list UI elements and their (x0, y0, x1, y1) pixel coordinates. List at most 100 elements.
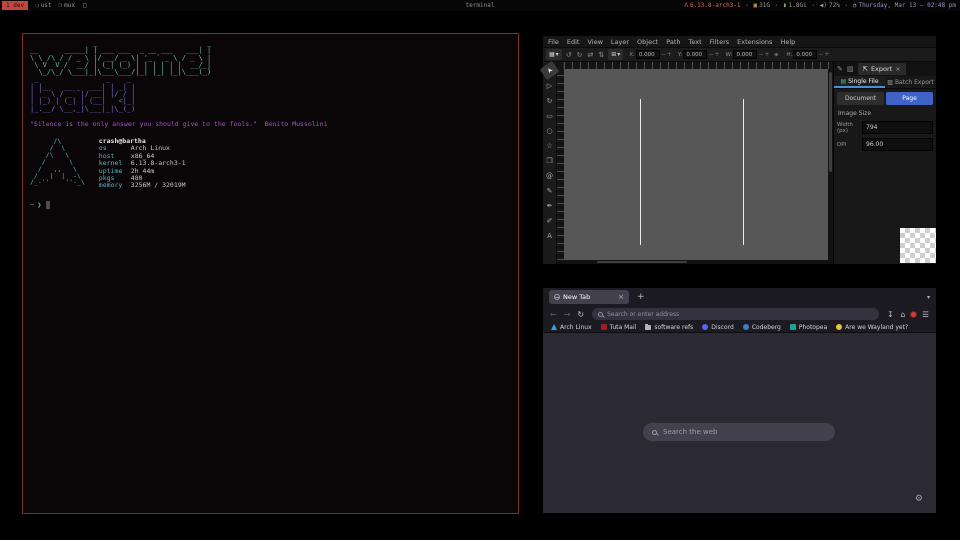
tool-rectangle[interactable]: ▭ (543, 108, 556, 123)
tab-close-icon[interactable]: × (618, 293, 624, 301)
inkscape-canvas[interactable] (564, 69, 828, 260)
bookmark-discord[interactable]: Discord (702, 324, 734, 331)
terminal-window[interactable]: _ _ __ _____| | ___ ___ _ __ ___ ___| | … (22, 33, 519, 514)
selection-mode-dropdown[interactable]: ▦ ▾ (546, 49, 562, 60)
rotate-cw-icon[interactable]: ↻ (576, 51, 584, 59)
x-label: X: (629, 52, 635, 58)
menu-help[interactable]: Help (780, 38, 795, 46)
tool-star[interactable]: ☆ (543, 138, 556, 153)
chevron-down-icon: ▾ (556, 51, 559, 58)
height-field[interactable]: H: 0.000 − + (786, 50, 829, 59)
w-value[interactable]: 0.000 (733, 50, 757, 59)
tool-spiral[interactable]: @ (543, 168, 556, 183)
tool-text[interactable]: A (543, 228, 556, 243)
bookmark-codeberg[interactable]: Codeberg (743, 324, 781, 331)
close-icon[interactable]: × (895, 65, 900, 73)
menu-path[interactable]: Path (666, 38, 680, 46)
menu-edit[interactable]: Edit (567, 38, 580, 46)
chevron-down-icon: ▾ (617, 51, 620, 58)
lock-ratio-icon[interactable]: ⚭ (773, 51, 781, 59)
document-button[interactable]: Document (837, 92, 884, 105)
photopea-icon (790, 324, 796, 330)
tool-ellipse[interactable]: ○ (543, 123, 556, 138)
menu-text[interactable]: Text (689, 38, 702, 46)
width-row: Width (px) 794 (837, 121, 933, 134)
forward-button[interactable]: → (562, 310, 573, 319)
increment-button[interactable]: + (824, 51, 829, 58)
browser-window[interactable]: New Tab × + ▾ ← → ↻ Search or enter addr… (543, 288, 936, 513)
decrement-button[interactable]: − (708, 51, 713, 58)
bookmark-arch-linux[interactable]: Arch Linux (551, 324, 592, 331)
export-width-input[interactable]: 794 (862, 121, 933, 134)
menu-layer[interactable]: Layer (611, 38, 629, 46)
shell-prompt[interactable]: ~ ❯ (30, 201, 511, 209)
terminal-cursor (46, 201, 50, 209)
bookmark-software-refs-folder[interactable]: software refs (645, 324, 693, 331)
scrollbar-thumb[interactable] (597, 261, 687, 263)
new-tab-button[interactable]: + (637, 292, 645, 302)
menu-object[interactable]: Object (637, 38, 658, 46)
pencil-dialog-icon[interactable]: ✎ (837, 65, 843, 73)
home-icon[interactable]: ⌂ (899, 310, 908, 319)
inkscape-window[interactable]: File Edit View Layer Object Path Text Fi… (543, 36, 936, 264)
page-left-edge (640, 99, 641, 245)
bookmark-tuta-mail[interactable]: Tuta Mail (601, 324, 637, 331)
scrollbar-thumb[interactable] (829, 72, 832, 172)
x-value[interactable]: 0.000 (636, 50, 660, 59)
back-button[interactable]: ← (548, 310, 559, 319)
downloads-icon[interactable]: ↧ (885, 310, 895, 319)
list-tabs-chevron-icon[interactable]: ▾ (927, 294, 930, 301)
batch-export-icon: ▨ (887, 79, 893, 86)
h-value[interactable]: 0.000 (793, 50, 817, 59)
decrement-button[interactable]: − (818, 51, 823, 58)
y-value[interactable]: 0.000 (683, 50, 707, 59)
page-button[interactable]: Page (886, 92, 933, 105)
increment-button[interactable]: + (714, 51, 719, 58)
flip-horizontal-icon[interactable]: ⇄ (586, 51, 594, 59)
export-dpi-input[interactable]: 96.00 (862, 138, 933, 151)
bookmark-are-we-wayland-yet[interactable]: Are we Wayland yet? (836, 324, 908, 331)
y-coordinate-field[interactable]: Y: 0.000 − + (678, 50, 720, 59)
align-dropdown[interactable]: ⊞ ▾ (608, 49, 623, 60)
menu-view[interactable]: View (587, 38, 602, 46)
extension-red-icon[interactable] (910, 311, 917, 318)
single-file-tab[interactable]: ▤ Single File (834, 76, 885, 88)
export-icon: ⇱ (863, 65, 868, 73)
swatches-dialog-icon[interactable]: ▧ (847, 65, 854, 73)
decrement-button[interactable]: − (758, 51, 763, 58)
reload-button[interactable]: ↻ (575, 310, 586, 319)
active-tab[interactable]: New Tab × (549, 290, 629, 304)
prompt-chevron: ❯ (37, 201, 41, 209)
batch-export-tab[interactable]: ▨ Batch Export (885, 76, 936, 88)
tool-pen[interactable]: ✒ (543, 198, 556, 213)
batch-export-label: Batch Export (895, 79, 934, 86)
url-bar[interactable]: Search or enter address (592, 308, 879, 320)
tool-calligraphy[interactable]: ✐ (543, 213, 556, 228)
arch-ascii-logo: /\ / \ /\ \ / \ / ,, \ / | | -\ /_-'' ''… (30, 138, 85, 190)
export-dialog: ✎ ▧ ⇱ Export × ▤ Single File ▨ Ba (833, 62, 936, 264)
flip-vertical-icon[interactable]: ⇅ (597, 51, 605, 59)
canvas-horizontal-scrollbar[interactable] (557, 260, 833, 264)
increment-button[interactable]: + (764, 51, 769, 58)
export-dialog-tab[interactable]: ⇱ Export × (858, 63, 906, 75)
x-coordinate-field[interactable]: X: 0.000 − + (629, 50, 672, 59)
bookmark-label: Tuta Mail (610, 324, 637, 331)
export-preview-checkerboard (900, 228, 936, 263)
browser-tab-bar: New Tab × + ▾ (543, 288, 936, 306)
width-field[interactable]: W: 0.000 − + (725, 50, 769, 59)
tool-3dbox[interactable]: ❒ (543, 153, 556, 168)
menu-filters[interactable]: Filters (710, 38, 729, 46)
menu-file[interactable]: File (548, 38, 559, 46)
decrement-button[interactable]: − (661, 51, 666, 58)
menu-hamburger-icon[interactable]: ☰ (920, 310, 931, 319)
tool-tweak[interactable]: ↻ (543, 93, 556, 108)
w-label: W: (725, 52, 732, 58)
bookmark-photopea[interactable]: Photopea (790, 324, 827, 331)
increment-button[interactable]: + (667, 51, 672, 58)
web-search-box[interactable]: Search the web (643, 423, 835, 441)
rotate-ccw-icon[interactable]: ↺ (565, 51, 573, 59)
personalize-gear-icon[interactable]: ⚙ (915, 494, 923, 504)
tool-node-editor[interactable]: ▷ (543, 78, 556, 93)
tool-pencil[interactable]: ✎ (543, 183, 556, 198)
menu-extensions[interactable]: Extensions (737, 38, 772, 46)
